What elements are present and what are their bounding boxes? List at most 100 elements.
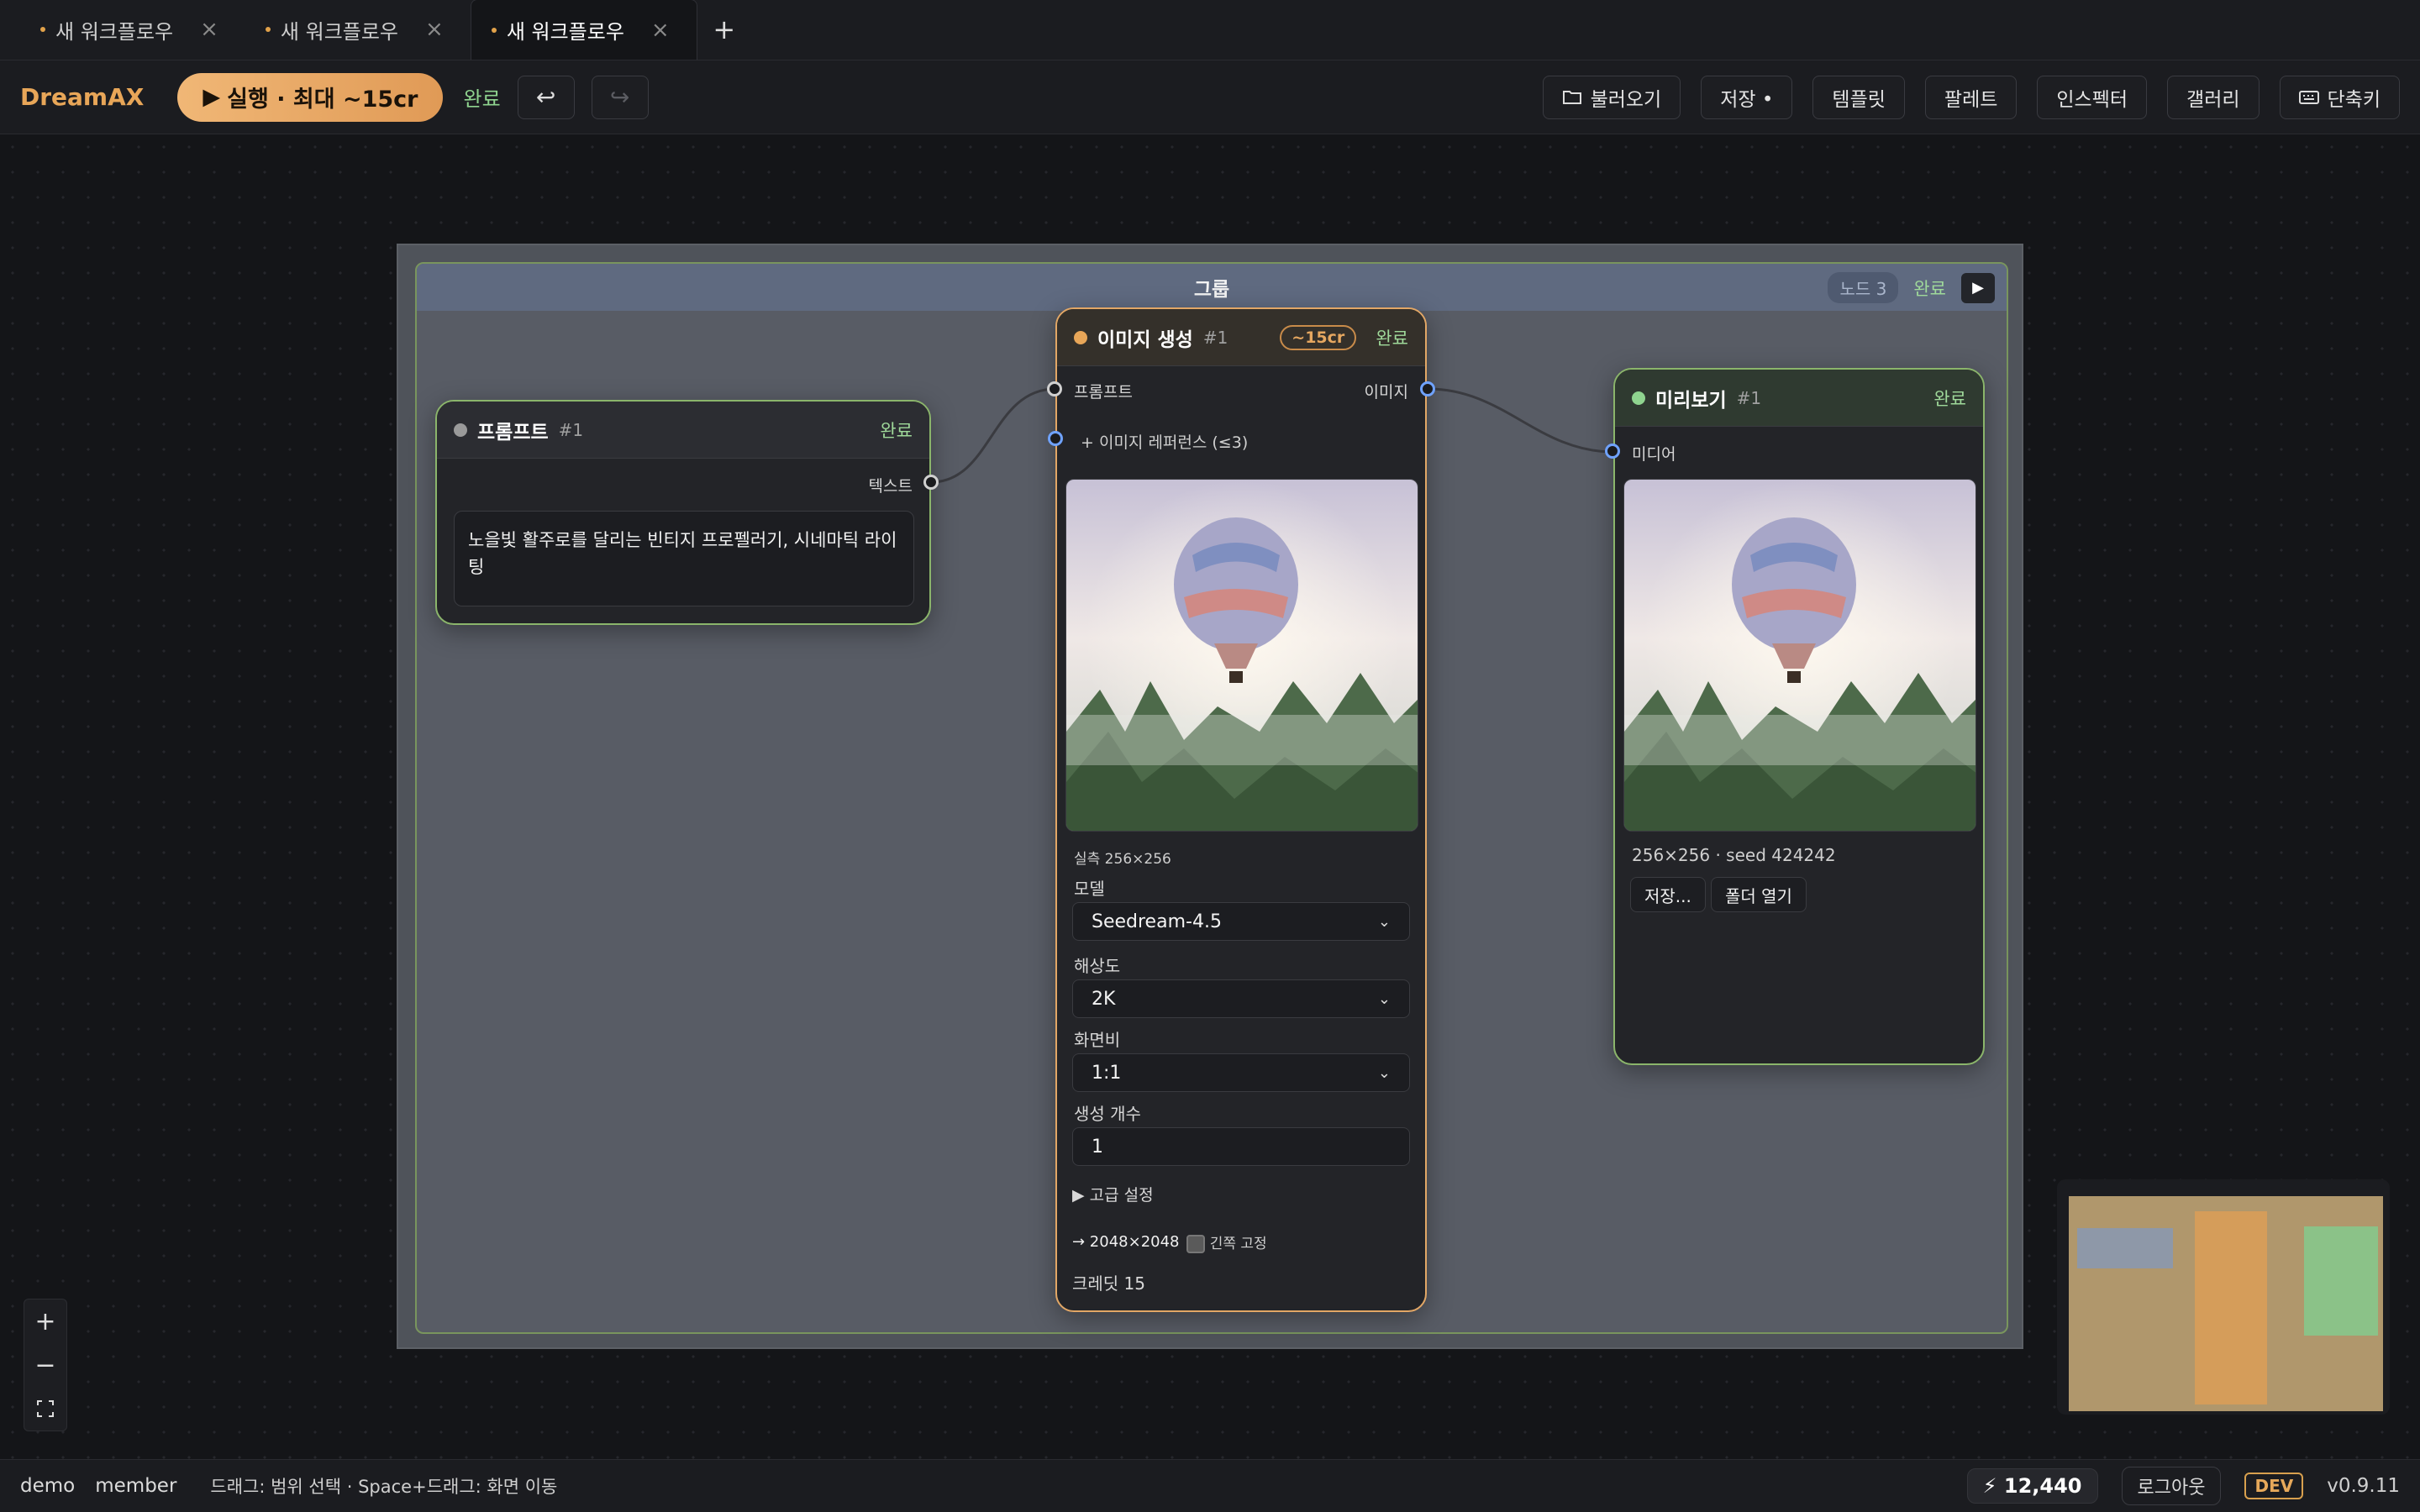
save-label: 저장 • xyxy=(1720,88,1774,111)
user-role: member xyxy=(95,1475,177,1497)
workflow-canvas[interactable]: 그룹 노드 3 완료 ▶ 프롬프트 #1 완료 텍스트 노을빛 활주로를 달리는… xyxy=(0,134,2420,1459)
chevron-down-icon: ⌄ xyxy=(1377,990,1391,1008)
group-run-button[interactable]: ▶ xyxy=(1961,272,1995,303)
tab-workflow-2[interactable]: 새 워크플로우 × xyxy=(245,0,471,60)
preview-input-port-media[interactable] xyxy=(1605,444,1620,459)
zoom-in-button[interactable]: + xyxy=(24,1299,66,1343)
save-button[interactable]: 저장 • xyxy=(1701,75,1793,119)
close-icon[interactable]: × xyxy=(425,17,444,42)
fit-view-button[interactable] xyxy=(24,1387,66,1431)
brand-logo: DreamAX xyxy=(20,83,145,111)
close-icon[interactable]: × xyxy=(200,17,218,42)
tab-workflow-1[interactable]: 새 워크플로우 × xyxy=(0,0,245,60)
play-icon: ▶ xyxy=(203,84,221,110)
fit-view-icon xyxy=(37,1400,54,1417)
preview-info: 256×256 · seed 424242 xyxy=(1632,845,1836,865)
chevron-down-icon: ⌄ xyxy=(1377,912,1391,931)
input-port-label-refs: + 이미지 레퍼런스 (≤3) xyxy=(1081,433,1249,452)
node-title: 프롬프트 xyxy=(477,421,549,444)
redo-icon: ↪ xyxy=(609,83,630,111)
add-tab-button[interactable]: + xyxy=(697,0,751,60)
run-label: 실행 · 최대 ~15cr xyxy=(227,87,418,113)
count-input[interactable]: 1 xyxy=(1072,1127,1410,1166)
close-icon[interactable]: × xyxy=(651,18,670,43)
aspect-select[interactable]: 1:1 ⌄ xyxy=(1072,1053,1410,1092)
node-status-dot xyxy=(1632,391,1645,405)
cost-badge: ~15cr xyxy=(1280,324,1357,350)
folder-icon xyxy=(1562,90,1581,104)
shortcuts-button[interactable]: 단축키 xyxy=(2279,75,2400,119)
prompt-textarea[interactable]: 노을빛 활주로를 달리는 빈티지 프로펠러기, 시네마틱 라이팅 xyxy=(454,511,914,606)
redo-button[interactable]: ↪ xyxy=(591,75,649,119)
canvas-hint: 드래그: 범위 선택 · Space+드래그: 화면 이동 xyxy=(210,1477,558,1497)
tab-workflow-3[interactable]: 새 워크플로우 × xyxy=(470,0,697,60)
lock-label: 긴쪽 고정 xyxy=(1209,1236,1267,1252)
credit-cost: 크레딧 15 xyxy=(1072,1273,1146,1294)
image-gen-node[interactable]: 이미지 생성 #1 ~15cr 완료 프롬프트 이미지 + 이미지 레퍼런스 (… xyxy=(1055,307,1427,1312)
gallery-button[interactable]: 갤러리 xyxy=(2167,75,2260,119)
status-bar: demo member 드래그: 범위 선택 · Space+드래그: 화면 이… xyxy=(0,1459,2420,1512)
lock-checkbox[interactable] xyxy=(1186,1235,1205,1253)
chevron-down-icon: ⌄ xyxy=(1377,1063,1391,1082)
save-as-label: 저장... xyxy=(1644,885,1691,906)
gen-input-port-refs[interactable] xyxy=(1048,431,1063,446)
group-title: 그룹 xyxy=(1193,279,1230,301)
node-status: 완료 xyxy=(1376,328,1408,349)
node-header[interactable]: 미리보기 #1 완료 xyxy=(1615,370,1983,427)
node-title: 이미지 생성 xyxy=(1097,328,1193,351)
preview-node[interactable]: 미리보기 #1 완료 미디어 256×256 · seed 424242 저장.… xyxy=(1613,368,1985,1065)
prompt-output-port[interactable] xyxy=(923,475,939,490)
minimap[interactable] xyxy=(2057,1179,2390,1415)
app-version: v0.9.11 xyxy=(2327,1475,2400,1497)
aspect-label: 화면비 xyxy=(1074,1030,1121,1050)
gen-input-port-prompt[interactable] xyxy=(1047,381,1062,396)
lock-long-side[interactable]: 긴쪽 고정 xyxy=(1186,1231,1267,1253)
tab-label: 새 워크플로우 xyxy=(55,19,174,44)
prompt-node[interactable]: 프롬프트 #1 완료 텍스트 노을빛 활주로를 달리는 빈티지 프로펠러기, 시… xyxy=(435,400,931,625)
load-label: 불러오기 xyxy=(1590,88,1662,111)
shortcuts-label: 단축키 xyxy=(2327,88,2381,111)
open-folder-button[interactable]: 폴더 열기 xyxy=(1711,877,1807,912)
node-header[interactable]: 이미지 생성 #1 ~15cr 완료 xyxy=(1057,309,1425,366)
balloon-image xyxy=(1066,480,1418,831)
keyboard-icon xyxy=(2298,90,2319,104)
advanced-settings-toggle[interactable]: ▶ 고급 설정 xyxy=(1072,1183,1154,1205)
node-status: 완료 xyxy=(880,420,913,441)
resolution-select[interactable]: 2K ⌄ xyxy=(1072,979,1410,1018)
group-node-count: 노드 3 xyxy=(1828,272,1899,303)
open-folder-label: 폴더 열기 xyxy=(1725,885,1792,906)
logout-button[interactable]: 로그아웃 xyxy=(2121,1467,2222,1505)
aspect-value: 1:1 xyxy=(1092,1062,1122,1084)
undo-button[interactable]: ↩ xyxy=(517,75,575,119)
model-value: Seedream-4.5 xyxy=(1092,911,1222,932)
inspector-button[interactable]: 인스펙터 xyxy=(2037,75,2148,119)
inspector-label: 인스펙터 xyxy=(2056,88,2128,111)
zoom-out-button[interactable]: − xyxy=(24,1343,66,1387)
generated-image[interactable] xyxy=(1065,479,1418,832)
node-status-dot xyxy=(454,423,467,437)
unsaved-dot-icon xyxy=(491,27,497,33)
templates-button[interactable]: 템플릿 xyxy=(1812,75,1905,119)
load-button[interactable]: 불러오기 xyxy=(1542,75,1681,119)
unsaved-dot-icon xyxy=(40,27,45,32)
group-status: 완료 xyxy=(1913,278,1946,299)
tab-label: 새 워크플로우 xyxy=(280,19,399,44)
node-number: #1 xyxy=(1202,327,1228,348)
gen-output-port-image[interactable] xyxy=(1420,381,1435,396)
toolbar: DreamAX ▶ 실행 · 최대 ~15cr 완료 ↩ ↪ 불러오기 저장 •… xyxy=(0,60,2420,134)
preview-image[interactable] xyxy=(1623,479,1976,832)
node-header[interactable]: 프롬프트 #1 완료 xyxy=(437,402,929,459)
count-label: 생성 개수 xyxy=(1074,1104,1141,1124)
actual-size: 실측 256×256 xyxy=(1074,851,1171,868)
zoom-controls: + − xyxy=(24,1299,67,1431)
tab-bar: 새 워크플로우 × 새 워크플로우 × 새 워크플로우 × + xyxy=(0,0,2420,60)
run-button[interactable]: ▶ 실행 · 최대 ~15cr xyxy=(177,72,444,122)
model-select[interactable]: Seedream-4.5 ⌄ xyxy=(1072,902,1410,941)
save-as-button[interactable]: 저장... xyxy=(1630,877,1706,912)
node-title: 미리보기 xyxy=(1655,389,1727,412)
run-status: 완료 xyxy=(463,87,501,111)
resolution-label: 해상도 xyxy=(1074,956,1121,976)
palette-button[interactable]: 팔레트 xyxy=(1924,75,2018,119)
input-port-label-media: 미디어 xyxy=(1632,445,1676,464)
group-header[interactable]: 그룹 노드 3 완료 ▶ xyxy=(417,264,2007,311)
